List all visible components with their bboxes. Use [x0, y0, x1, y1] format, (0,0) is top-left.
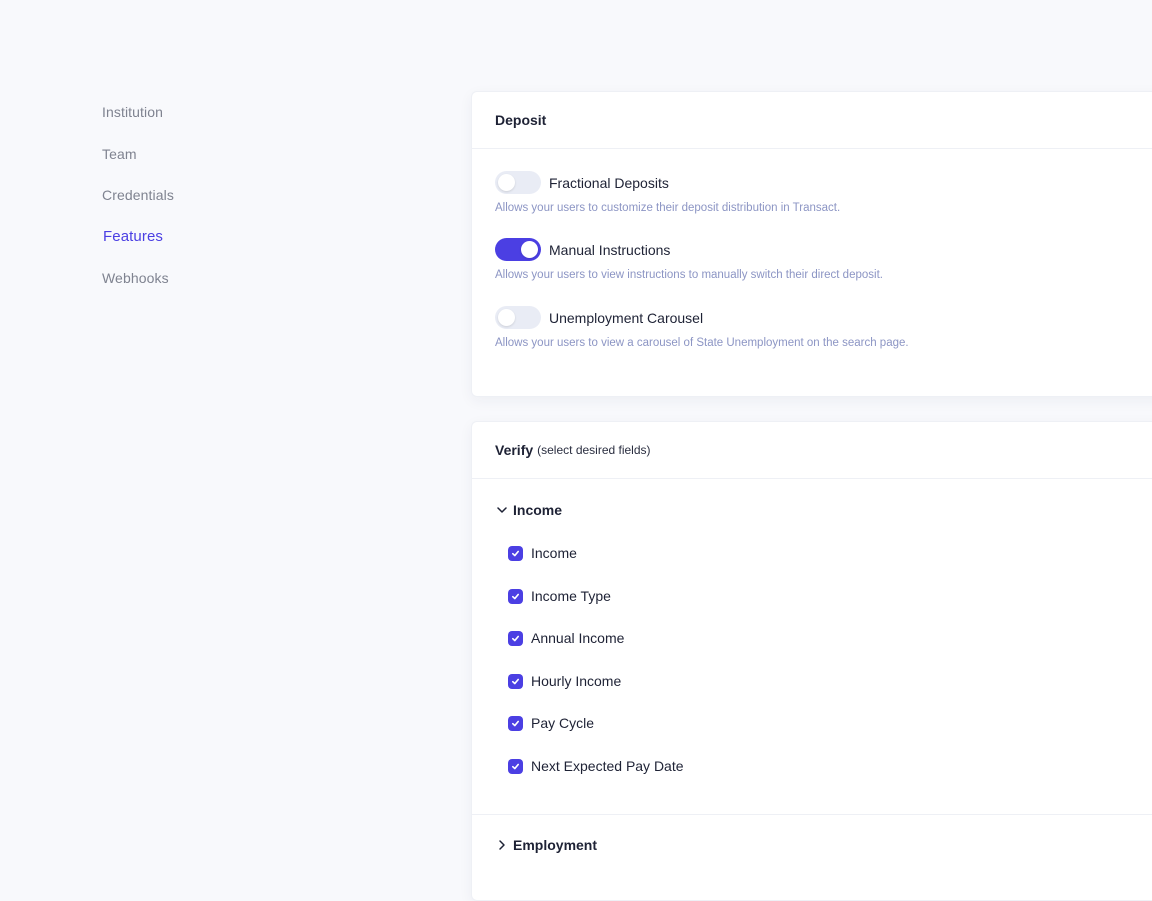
field-label: Pay Cycle — [531, 715, 595, 731]
field-label: Income — [531, 545, 577, 561]
field-label: Next Expected Pay Date — [531, 758, 684, 774]
checkbox-checked-icon[interactable] — [508, 673, 523, 689]
deposit-card: Deposit Fractional Deposits Allows your … — [471, 91, 1152, 397]
field-label: Annual Income — [531, 630, 625, 646]
chevron-right-icon — [499, 840, 505, 850]
manual-instructions-setting: Manual Instructions — [495, 238, 670, 261]
sidebar-item-credentials[interactable]: Credentials — [102, 185, 302, 205]
employment-section-toggle[interactable]: Employment — [495, 837, 597, 853]
verify-card: Verify (select desired fields) Income In… — [471, 421, 1152, 901]
sidebar-item-webhooks[interactable]: Webhooks — [102, 268, 302, 288]
income-section-label: Income — [513, 502, 563, 518]
toggle-knob — [498, 174, 515, 191]
unemployment-carousel-setting: Unemployment Carousel — [495, 306, 703, 329]
employment-section-label: Employment — [513, 837, 598, 853]
verify-subtitle: (select desired fields) — [537, 443, 651, 457]
toggle-knob — [498, 309, 515, 326]
checkbox-checked-icon[interactable] — [508, 758, 523, 774]
income-section-toggle[interactable]: Income — [495, 502, 562, 518]
checkbox-checked-icon[interactable] — [508, 630, 523, 646]
field-pay-cycle[interactable]: Pay Cycle — [508, 715, 594, 731]
checkbox-checked-icon[interactable] — [508, 588, 523, 604]
field-income[interactable]: Income — [508, 545, 577, 561]
sidebar-item-institution[interactable]: Institution — [102, 102, 302, 122]
chevron-down-icon — [497, 507, 507, 513]
deposit-title: Deposit — [495, 112, 547, 128]
checkbox-checked-icon[interactable] — [508, 545, 523, 561]
fractional-deposits-toggle[interactable] — [495, 171, 541, 194]
unemployment-carousel-toggle[interactable] — [495, 306, 541, 329]
manual-instructions-toggle[interactable] — [495, 238, 541, 261]
unemployment-carousel-label: Unemployment Carousel — [549, 309, 704, 326]
verify-card-header: Verify (select desired fields) — [472, 422, 1152, 479]
unemployment-carousel-description: Allows your users to view a carousel of … — [495, 337, 909, 349]
field-annual-income[interactable]: Annual Income — [508, 630, 624, 646]
section-divider — [472, 814, 1152, 815]
settings-sidebar: Institution Team Credentials Features We… — [102, 102, 302, 310]
fractional-deposits-description: Allows your users to customize their dep… — [495, 202, 841, 214]
manual-instructions-description: Allows your users to view instructions t… — [495, 269, 883, 281]
checkbox-checked-icon[interactable] — [508, 715, 523, 731]
manual-instructions-label: Manual Instructions — [549, 241, 671, 258]
fractional-deposits-label: Fractional Deposits — [549, 174, 669, 191]
sidebar-item-team[interactable]: Team — [102, 144, 302, 164]
fractional-deposits-setting: Fractional Deposits — [495, 171, 669, 194]
verify-title: Verify — [495, 442, 534, 458]
toggle-knob — [521, 241, 538, 258]
field-hourly-income[interactable]: Hourly Income — [508, 673, 621, 689]
field-next-expected-pay-date[interactable]: Next Expected Pay Date — [508, 758, 684, 774]
field-label: Income Type — [531, 588, 611, 604]
sidebar-item-features[interactable]: Features — [103, 227, 302, 247]
deposit-card-header: Deposit — [472, 92, 1152, 149]
field-label: Hourly Income — [531, 673, 622, 689]
field-income-type[interactable]: Income Type — [508, 588, 611, 604]
